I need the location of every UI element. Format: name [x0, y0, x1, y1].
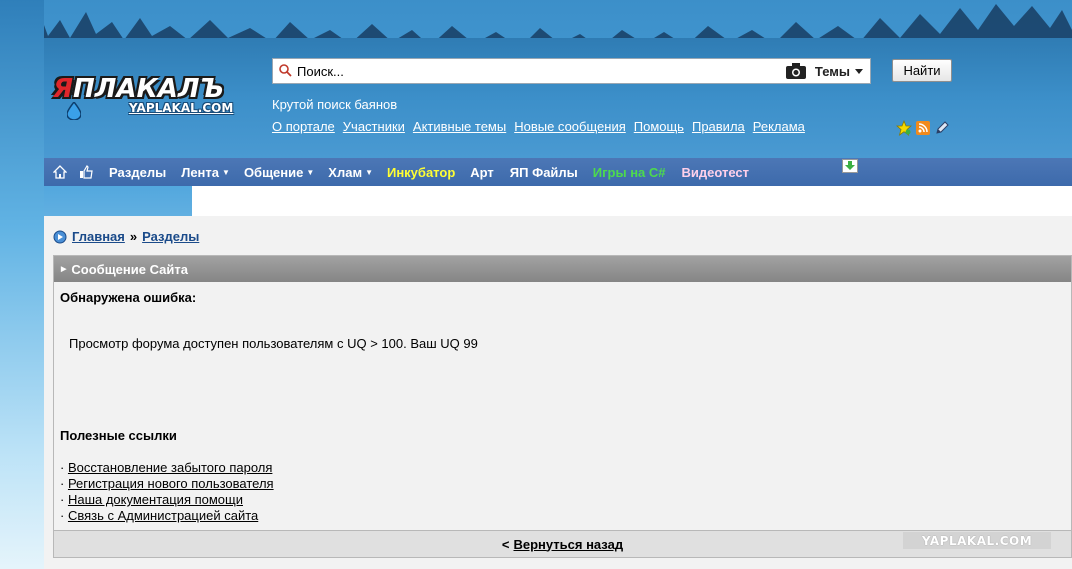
triangle-right-icon: ▶ [61, 266, 67, 273]
nav-art-label: Арт [470, 164, 494, 180]
camera-icon[interactable] [785, 62, 807, 80]
link-registration[interactable]: Регистрация нового пользователя [68, 476, 274, 491]
link-contact-admin[interactable]: Связь с Администрацией сайта [68, 508, 258, 523]
useful-links-list: · Восстановление забытого пароля · Регис… [60, 460, 274, 524]
header-gap [192, 186, 1072, 216]
top-link-help[interactable]: Помощь [634, 119, 684, 134]
nav-games-label: Игры на C# [592, 164, 666, 180]
nav-sections-label: Разделы [109, 164, 167, 180]
list-item: · Восстановление забытого пароля [60, 460, 273, 475]
search-input[interactable] [295, 60, 785, 82]
top-link-rules[interactable]: Правила [692, 119, 745, 134]
logo-text: ЯПЛАКАЛЪ [53, 74, 224, 104]
breadcrumb-sections[interactable]: Разделы [142, 229, 199, 244]
nav-social[interactable]: Общение ▼ [244, 165, 314, 180]
nav-videotest-label: Видеотест [681, 164, 750, 180]
top-links: О портале Участники Активные темы Новые … [272, 119, 805, 134]
nav-sections[interactable]: Разделы [109, 165, 166, 180]
nav-feed-label: Лента [181, 164, 220, 180]
top-link-ads[interactable]: Реклама [753, 119, 805, 134]
header-icons [895, 119, 950, 137]
nav-feed[interactable]: Лента ▼ [181, 165, 230, 180]
list-item: · Наша документация помощи [60, 492, 243, 507]
nav-videotest[interactable]: Видеотест [682, 165, 750, 180]
message-header: ▶ Сообщение Сайта [54, 256, 1071, 282]
back-prefix: < [501, 536, 510, 552]
breadcrumb-separator: » [129, 229, 138, 244]
search-hint: Крутой поиск баянов [272, 97, 398, 112]
nav-files[interactable]: ЯП Файлы [510, 165, 578, 180]
site-message-box: ▶ Сообщение Сайта Обнаружена ошибка: Про… [53, 255, 1072, 558]
pencil-icon[interactable] [934, 120, 950, 136]
nav-social-label: Общение [243, 164, 304, 180]
chevron-down-icon: ▼ [365, 167, 373, 177]
left-background-strip [0, 0, 44, 569]
list-item: · Связь с Администрацией сайта [60, 508, 259, 523]
search-bar: Темы [272, 58, 871, 84]
top-link-active-topics[interactable]: Активные темы [413, 119, 506, 134]
nav-files-label: ЯП Файлы [509, 164, 578, 180]
watermark: YAPLAKAL.COM [903, 532, 1051, 549]
star-icon[interactable] [895, 119, 913, 137]
nav-incubator[interactable]: Инкубатор [387, 165, 455, 180]
top-link-members[interactable]: Участники [343, 119, 405, 134]
nav-art[interactable]: Арт [470, 165, 494, 180]
link-help-docs[interactable]: Наша документация помощи [68, 492, 243, 507]
search-scope-select[interactable]: Темы [815, 64, 850, 79]
error-text: Просмотр форума доступен пользователям с… [69, 336, 478, 351]
rss-icon[interactable] [915, 120, 931, 136]
top-link-about[interactable]: О портале [272, 119, 335, 134]
message-header-title: Сообщение Сайта [71, 261, 188, 277]
list-item: · Регистрация нового пользователя [60, 476, 274, 491]
breadcrumb-home[interactable]: Главная [72, 229, 125, 244]
back-link[interactable]: Вернуться назад [513, 537, 623, 552]
logo-subtitle: YAPLAKAL.COM [129, 101, 234, 115]
nav-incubator-label: Инкубатор [386, 164, 456, 180]
nav-games[interactable]: Игры на C# [593, 165, 666, 180]
chevron-down-icon[interactable] [854, 66, 864, 76]
link-password-recovery[interactable]: Восстановление забытого пароля [68, 460, 272, 475]
chevron-down-icon: ▼ [222, 167, 230, 177]
breadcrumb: Главная » Разделы [53, 229, 199, 244]
nav-junk-label: Хлам [328, 164, 363, 180]
top-link-new-messages[interactable]: Новые сообщения [514, 119, 626, 134]
site-logo[interactable]: ЯПЛАКАЛЪ YAPLAKAL.COM [53, 72, 253, 124]
arrow-circle-icon [53, 230, 67, 243]
search-button[interactable]: Найти [892, 59, 952, 82]
error-title: Обнаружена ошибка: [60, 290, 197, 305]
chevron-down-icon: ▼ [306, 167, 315, 177]
useful-links-title: Полезные ссылки [60, 428, 177, 443]
nav-junk[interactable]: Хлам ▼ [328, 165, 373, 180]
download-arrow-icon[interactable] [842, 159, 858, 173]
thumbs-up-icon[interactable] [79, 165, 93, 179]
teardrop-icon [67, 102, 81, 120]
search-icon [279, 64, 292, 77]
main-nav: Разделы Лента ▼ Общение ▼ Хлам ▼ Инкубатор … [44, 158, 1072, 186]
home-icon[interactable] [53, 165, 67, 179]
